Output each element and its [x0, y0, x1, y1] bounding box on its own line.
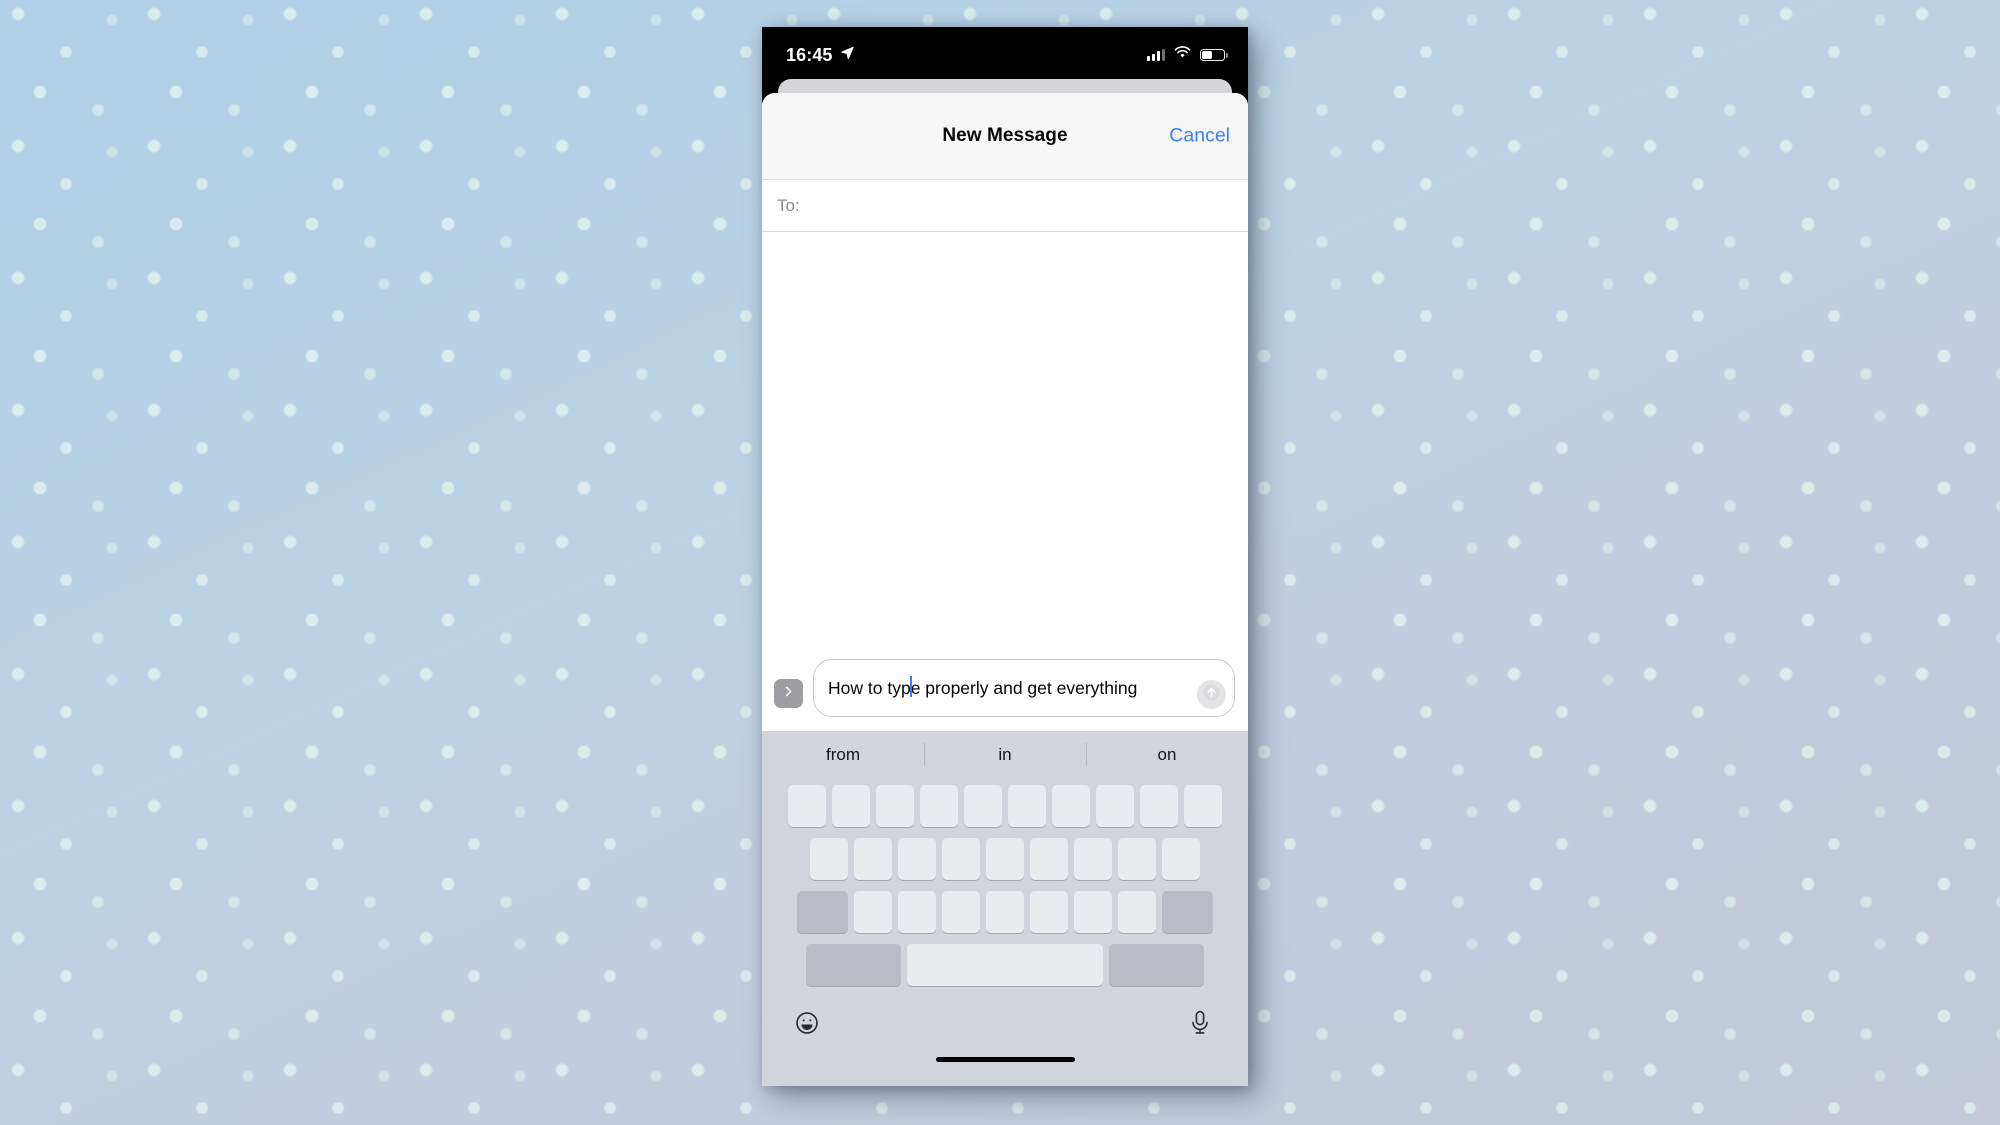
battery-icon — [1200, 48, 1228, 62]
status-clock: 16:45 — [786, 44, 833, 65]
key[interactable] — [1074, 838, 1112, 880]
key[interactable] — [876, 785, 914, 827]
key[interactable] — [1052, 785, 1090, 827]
new-message-sheet: New Message Cancel To: How to type prope… — [762, 93, 1248, 1086]
desktop-wallpaper: 16:45 New Message Cancel To: How to type… — [0, 0, 2000, 1125]
message-input[interactable]: How to type properly and get everything — [813, 659, 1235, 717]
key[interactable] — [986, 891, 1024, 933]
recipient-field[interactable]: To: — [762, 180, 1248, 232]
on-screen-keyboard: from in on — [762, 731, 1248, 1086]
key[interactable] — [942, 891, 980, 933]
sheet-header: New Message Cancel — [762, 93, 1248, 180]
message-text-before-caret: How to typ — [828, 677, 911, 698]
send-button[interactable] — [1197, 680, 1226, 709]
status-bar-right — [1147, 46, 1228, 64]
space-key[interactable] — [907, 944, 1103, 986]
message-text-after-caret: e properly and get everything — [910, 677, 1138, 698]
key[interactable] — [854, 838, 892, 880]
key[interactable] — [854, 891, 892, 933]
key[interactable] — [964, 785, 1002, 827]
shift-key[interactable] — [797, 891, 848, 933]
conversation-area — [762, 232, 1248, 649]
key[interactable] — [1184, 785, 1222, 827]
key[interactable] — [1162, 838, 1200, 880]
key[interactable] — [1030, 891, 1068, 933]
keyboard-row-1 — [762, 785, 1248, 827]
message-composer: How to type properly and get everything — [762, 649, 1248, 731]
prediction-2[interactable]: on — [1086, 731, 1248, 778]
prediction-0[interactable]: from — [762, 731, 924, 778]
delete-key[interactable] — [1162, 891, 1213, 933]
chevron-right-icon — [781, 684, 796, 704]
microphone-icon[interactable] — [1188, 1009, 1212, 1037]
keyboard-bottom-bar — [762, 995, 1248, 1051]
numbers-key[interactable] — [806, 944, 901, 986]
status-bar: 16:45 — [762, 27, 1248, 83]
to-label: To: — [777, 195, 800, 215]
key[interactable] — [942, 838, 980, 880]
page-title: New Message — [942, 125, 1068, 146]
arrow-up-icon — [1202, 683, 1221, 707]
cancel-button[interactable]: Cancel — [1167, 121, 1232, 152]
key[interactable] — [1140, 785, 1178, 827]
key[interactable] — [810, 838, 848, 880]
predictive-text-bar: from in on — [762, 731, 1248, 778]
emoji-smiley-icon[interactable] — [794, 1010, 820, 1036]
location-arrow-icon — [840, 45, 855, 65]
keyboard-row-2 — [762, 838, 1248, 880]
key[interactable] — [920, 785, 958, 827]
prediction-1[interactable]: in — [924, 731, 1086, 778]
key[interactable] — [1074, 891, 1112, 933]
phone-device-frame: 16:45 New Message Cancel To: How to type… — [762, 27, 1248, 1086]
cellular-signal-icon — [1147, 49, 1165, 61]
return-key[interactable] — [1109, 944, 1204, 986]
message-input-text: How to type properly and get everything — [828, 675, 1138, 699]
home-indicator[interactable] — [935, 1057, 1075, 1062]
key[interactable] — [1030, 838, 1068, 880]
expand-apps-button[interactable] — [774, 679, 803, 708]
key[interactable] — [898, 838, 936, 880]
keyboard-row-3 — [762, 891, 1248, 933]
text-caret — [909, 675, 912, 697]
wifi-icon — [1174, 46, 1191, 64]
key[interactable] — [788, 785, 826, 827]
key[interactable] — [1118, 838, 1156, 880]
keyboard-row-4 — [762, 944, 1248, 986]
key[interactable] — [1096, 785, 1134, 827]
key[interactable] — [832, 785, 870, 827]
status-bar-left: 16:45 — [786, 45, 855, 66]
key[interactable] — [1008, 785, 1046, 827]
key[interactable] — [986, 838, 1024, 880]
key[interactable] — [1118, 891, 1156, 933]
home-indicator-area — [762, 1051, 1248, 1086]
key[interactable] — [898, 891, 936, 933]
